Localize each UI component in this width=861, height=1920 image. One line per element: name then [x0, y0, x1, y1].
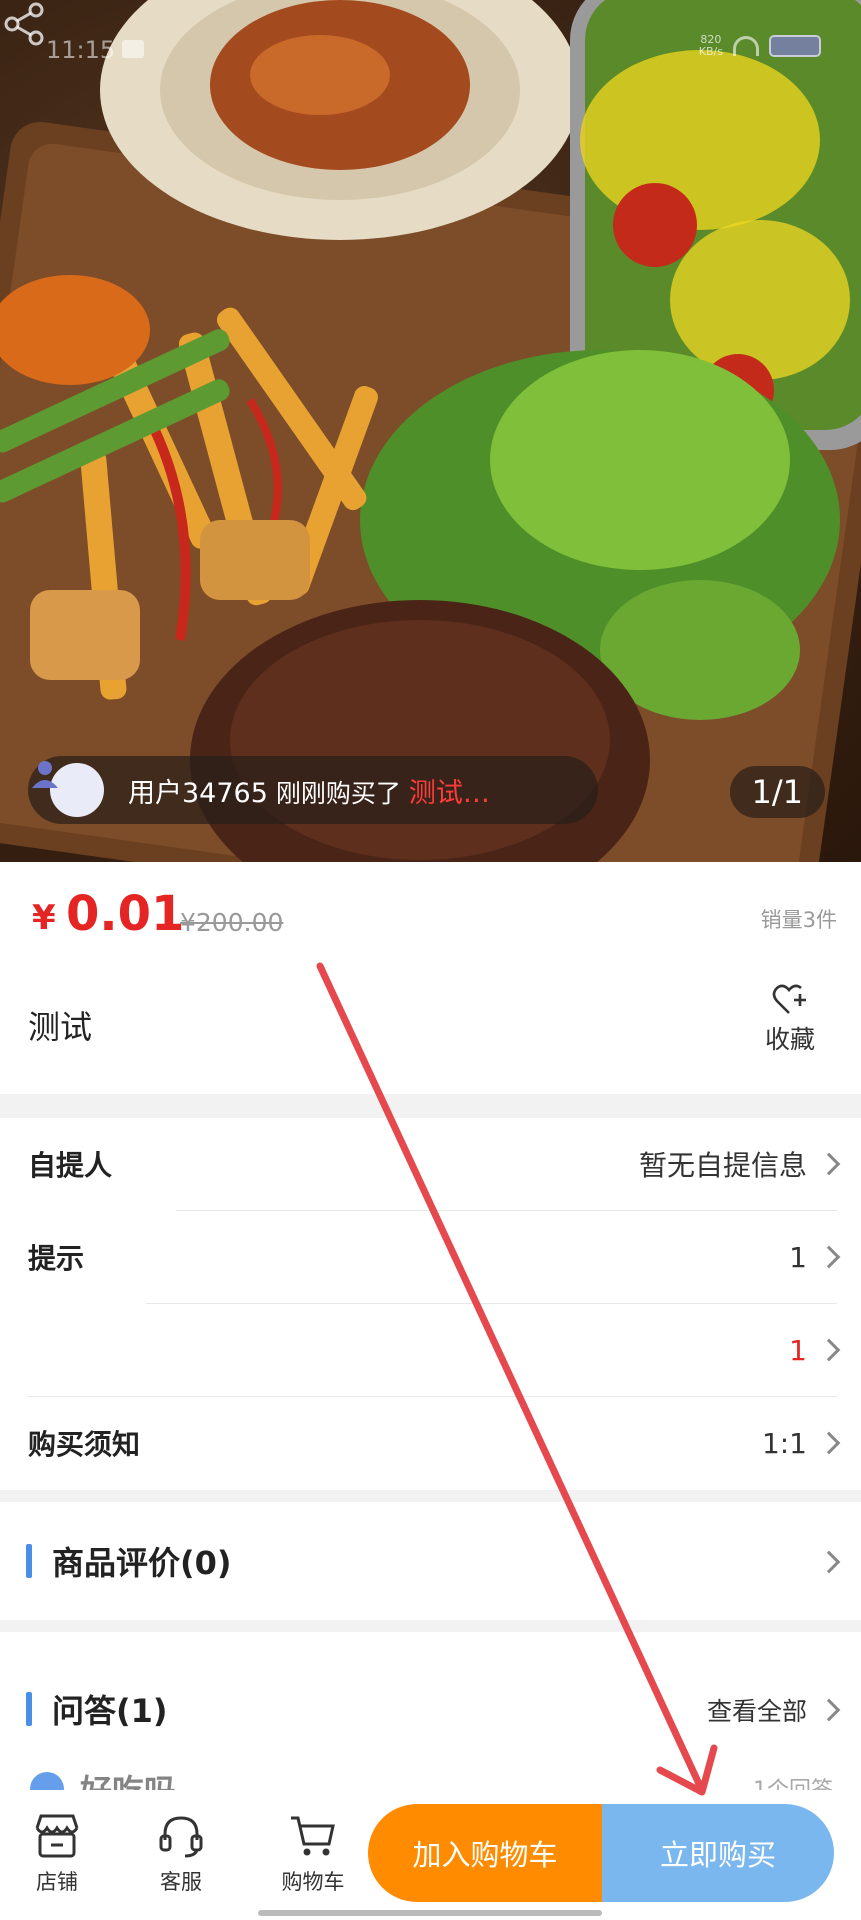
row-value: 1:1	[761, 1426, 807, 1460]
sales-count: 销量3件	[760, 908, 837, 932]
chevron-right-icon	[817, 1550, 841, 1574]
purchase-action: 刚刚购买了	[275, 778, 401, 808]
status-icons: 820 KB/s	[699, 34, 821, 58]
product-image-gallery[interactable]: 11:15 820 KB/s 用户34765 刚刚购买了 测试… 1/1	[0, 0, 861, 862]
store-icon	[35, 1814, 79, 1858]
favorite-label: 收藏	[764, 1025, 815, 1054]
section-accent-bar	[26, 1692, 32, 1726]
avatar	[32, 761, 104, 817]
favorite-button[interactable]: 收藏	[755, 984, 825, 1056]
store-nav[interactable]: 店铺	[12, 1812, 102, 1896]
chevron-right-icon	[817, 1245, 841, 1269]
product-photo	[0, 0, 861, 862]
price-currency: ¥	[32, 898, 56, 938]
info-list: 自提人 暂无自提信息 提示 1 1 购买须知 1:1	[0, 1118, 861, 1490]
wifi-icon	[733, 36, 759, 56]
view-all-link[interactable]: 查看全部	[707, 1692, 807, 1728]
section-accent-bar	[26, 1544, 32, 1578]
pickup-person-row[interactable]: 自提人 暂无自提信息	[0, 1118, 861, 1210]
reviews-title: 商品评价(0)	[52, 1544, 232, 1582]
row-label: 购买须知	[28, 1428, 141, 1461]
add-to-cart-button[interactable]: 加入购物车	[368, 1804, 602, 1902]
tip-row[interactable]: 提示 1	[0, 1211, 861, 1303]
nav-label: 购物车	[281, 1870, 345, 1894]
unlabeled-row[interactable]: 1	[0, 1304, 861, 1396]
purchase-notice-row[interactable]: 购买须知 1:1	[0, 1397, 861, 1489]
buy-now-button[interactable]: 立即购买	[602, 1804, 834, 1902]
home-indicator	[258, 1910, 602, 1916]
recent-purchase-banner: 用户34765 刚刚购买了 测试…	[28, 756, 598, 824]
chevron-right-icon[interactable]	[817, 1698, 841, 1722]
buyer-name: 用户34765	[128, 777, 268, 809]
net-speed: 820 KB/s	[698, 33, 723, 58]
row-value: 暂无自提信息	[638, 1149, 807, 1182]
chevron-right-icon	[817, 1338, 841, 1362]
product-title: 测试	[28, 1008, 93, 1046]
recent-purchase-text: 用户34765 刚刚购买了 测试…	[128, 771, 490, 810]
image-pager: 1/1	[729, 766, 825, 818]
battery-icon	[769, 35, 821, 57]
user-icon	[32, 761, 58, 788]
cart-nav[interactable]: 购物车	[268, 1812, 358, 1896]
status-time: 11:15	[46, 36, 116, 64]
mail-icon	[122, 40, 144, 58]
qa-title: 问答(1)	[52, 1692, 168, 1730]
original-price: ¥200.00	[180, 908, 284, 937]
nav-label: 客服	[160, 1870, 202, 1894]
purchased-product: 测试…	[408, 777, 490, 809]
nav-label: 店铺	[36, 1870, 78, 1894]
price-value: 0.01	[66, 886, 185, 942]
headset-icon	[159, 1816, 203, 1858]
chevron-right-icon	[817, 1152, 841, 1176]
chevron-right-icon	[817, 1431, 841, 1455]
row-value: 1	[789, 1333, 807, 1367]
heart-plus-icon	[772, 984, 806, 1014]
cart-icon	[291, 1816, 335, 1856]
reviews-section[interactable]: 商品评价(0)	[0, 1502, 861, 1620]
share-icon[interactable]	[0, 0, 48, 48]
customer-service-nav[interactable]: 客服	[136, 1812, 226, 1896]
row-value: 1	[789, 1240, 807, 1274]
row-label: 提示	[28, 1242, 85, 1275]
row-label: 自提人	[28, 1149, 113, 1182]
